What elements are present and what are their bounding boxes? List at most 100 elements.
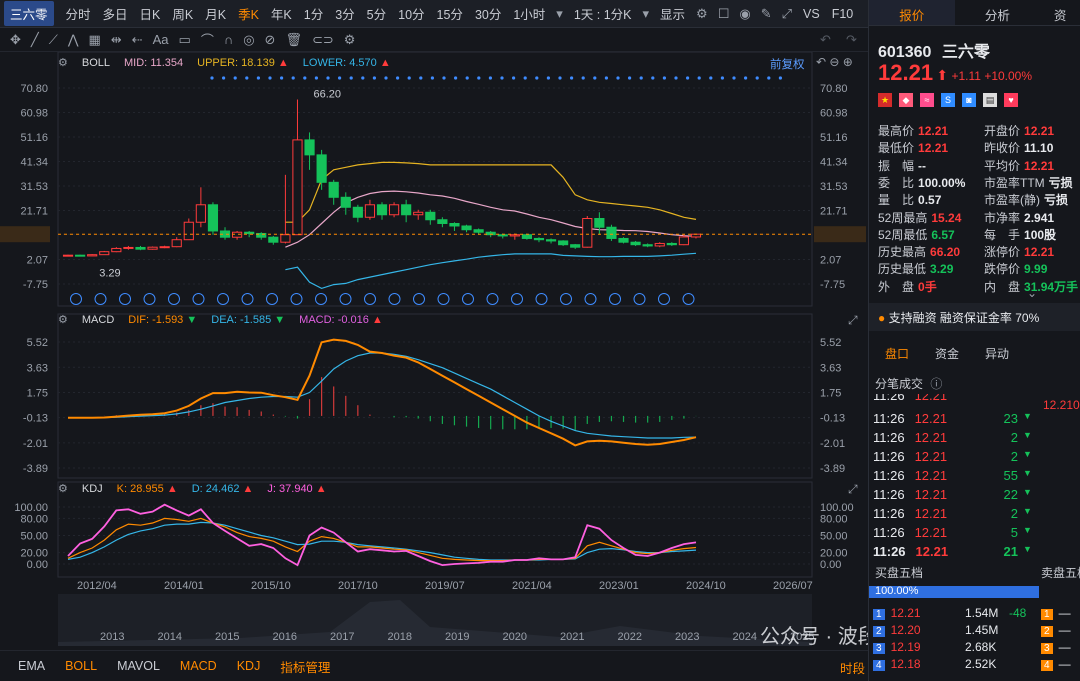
hot-icon[interactable]: ◆ (899, 93, 913, 107)
china-flag-icon[interactable]: ★ (878, 93, 892, 107)
bid-level[interactable]: 2 12.20 1.45M (873, 623, 998, 637)
note-icon[interactable]: ▤ (983, 93, 997, 107)
quote-field: 跌停价 9.99 (984, 260, 1047, 277)
period-tab[interactable]: 年K (265, 4, 298, 23)
quote-field: 市净率 2.941 (984, 209, 1054, 226)
wave-tool-icon[interactable]: ⋀ (68, 32, 79, 48)
redo-icon[interactable]: ↷ (846, 32, 857, 48)
mid-label: MID: (124, 56, 148, 69)
period-range-button[interactable]: 时段 (840, 658, 865, 677)
expand-icon[interactable]: ⤢ (848, 482, 858, 497)
range-select[interactable]: 1天 : 1分K (568, 4, 638, 23)
period-tab-active[interactable]: 季K (232, 4, 265, 23)
ask-level[interactable]: 2— (1041, 623, 1071, 637)
chevron-down-icon[interactable]: ▾ (551, 6, 568, 22)
camera-icon[interactable]: ◉ (734, 6, 755, 22)
tab-fund-flow[interactable]: 资金 (935, 345, 959, 362)
gear-icon[interactable]: ⚙ (58, 313, 68, 326)
period-tab[interactable]: 15分 (431, 4, 469, 23)
candle-down (437, 219, 448, 224)
tab-order-book[interactable]: 盘口 (885, 345, 909, 362)
period-tab[interactable]: 月K (199, 4, 232, 23)
settings-icon[interactable]: ⚙ (344, 32, 356, 48)
chat-icon[interactable]: ◙ (962, 93, 976, 107)
quote-panel: 报价 分析 资 601360 三六零 12.21 ⬆ +1.11 +10.00%… (868, 0, 1080, 681)
indicator-tab-mavol[interactable]: MAVOL (117, 659, 160, 673)
period-tab[interactable]: 5分 (361, 4, 392, 23)
period-tab[interactable]: 30分 (469, 4, 507, 23)
fib-tool-icon[interactable]: ▦ (89, 32, 101, 48)
chevron-down-icon[interactable]: ▾ (638, 6, 655, 22)
lock-icon[interactable]: ⊘ (265, 32, 276, 48)
side-price: 12.210 (1043, 398, 1080, 412)
drawing-toolbar: ✥ ╱ ⟋ ⋀ ▦ ⇹ ⇠ Aa ▭ ⌒ ∩ ◎ ⊘ 🗑 ⊂⊃ ⚙ (0, 28, 868, 52)
tab-funds[interactable]: 资 (1040, 0, 1080, 25)
brush-icon[interactable]: ⌒ (201, 30, 214, 49)
event-marker (266, 293, 278, 305)
up-arrow-icon: ▲ (315, 482, 327, 495)
ask-level[interactable]: 1— (1041, 606, 1071, 620)
measure-tool-icon[interactable]: ⇹ (111, 32, 122, 48)
indicator-tab-boll[interactable]: BOLL (65, 659, 97, 673)
heart-icon[interactable]: ♥ (1004, 93, 1018, 107)
gear-icon[interactable]: ⚙ (691, 6, 713, 22)
display-menu[interactable]: 显示 (654, 4, 691, 23)
period-tab[interactable]: 分时 (60, 4, 97, 23)
ask-level[interactable]: 3— (1041, 640, 1071, 654)
gear-icon[interactable]: ⚙ (58, 56, 68, 69)
bid-level[interactable]: 4 12.18 2.52K (873, 657, 996, 671)
period-tab[interactable]: 3分 (329, 4, 360, 23)
kdj-name[interactable]: KDJ (82, 483, 103, 495)
trash-icon[interactable]: 🗑 (285, 32, 302, 48)
tab-quote[interactable]: 报价 (869, 0, 955, 25)
gear-icon[interactable]: ⚙ (58, 482, 68, 495)
macd-name[interactable]: MACD (82, 314, 114, 326)
indicator-tab-kdj[interactable]: KDJ (237, 659, 261, 673)
f10-button[interactable]: F10 (826, 7, 860, 21)
tab-alerts[interactable]: 异动 (985, 345, 1009, 362)
expand-fields-icon[interactable]: ⌄ (1027, 286, 1037, 300)
period-tab[interactable]: 10分 (392, 4, 430, 23)
magnet-icon[interactable]: ∩ (224, 32, 233, 47)
indicator-tab-macd[interactable]: MACD (180, 659, 217, 673)
margin-notice[interactable]: ● 支持融资 融资保证金率 70% (869, 303, 1080, 331)
link-icon[interactable]: ⊂⊃ (312, 32, 334, 48)
indicator-tab-ema[interactable]: EMA (18, 659, 45, 673)
period-tab[interactable]: 1小时 (507, 4, 551, 23)
checkbox-icon[interactable]: ☐ (713, 6, 735, 22)
stock-tab[interactable]: 三六零 (4, 1, 54, 26)
period-tab[interactable]: 多日 (97, 4, 134, 23)
vs-button[interactable]: VS (797, 7, 826, 21)
text-tool-icon[interactable]: Aa (153, 32, 169, 47)
eye-icon[interactable]: ◎ (243, 32, 254, 48)
crosshair-icon[interactable]: ✥ (10, 32, 21, 48)
arrow-tool-icon[interactable]: ⇠ (132, 32, 143, 48)
expand-icon[interactable]: ⤢ (777, 6, 797, 22)
info-icon[interactable]: ⓘ (930, 377, 942, 391)
connect-icon[interactable]: ≈ (920, 93, 934, 107)
pen-icon[interactable]: ✎ (756, 6, 777, 22)
signal-dot (523, 76, 527, 80)
period-tab[interactable]: 周K (166, 4, 199, 23)
bid-level[interactable]: 3 12.19 2.68K (873, 640, 996, 654)
period-tab[interactable]: 日K (134, 4, 167, 23)
period-tab[interactable]: 1分 (298, 4, 329, 23)
quote-field-value: 0.57 (918, 193, 942, 208)
down-arrow-icon: ▼ (1023, 525, 1032, 535)
ask-level[interactable]: 4— (1041, 657, 1071, 671)
channel-tool-icon[interactable]: ⟋ (49, 32, 58, 48)
kline-chart[interactable]: 70.80 70.80 60.98 60.98 51.16 51.16 41.34 41.34… (0, 52, 868, 650)
adjust-mode[interactable]: 前复权 (770, 56, 805, 72)
indicator-manage-button[interactable]: 指标管理 (280, 657, 330, 676)
event-marker (192, 293, 205, 305)
line-tool-icon[interactable]: ╱ (31, 32, 39, 48)
expand-icon[interactable]: ⤢ (848, 313, 858, 328)
undo-icon[interactable]: ↶ (820, 32, 831, 48)
bid-level[interactable]: 1 12.21 1.54M -48 (873, 606, 1026, 620)
tab-analysis[interactable]: 分析 (955, 0, 1041, 25)
panel-controls-icon[interactable]: ↶ ⊖ ⊕ (816, 55, 853, 69)
shape-tool-icon[interactable]: ▭ (179, 32, 191, 48)
s-tag-icon[interactable]: S (941, 93, 955, 107)
boll-name[interactable]: BOLL (82, 57, 110, 69)
candle-up (159, 246, 170, 249)
